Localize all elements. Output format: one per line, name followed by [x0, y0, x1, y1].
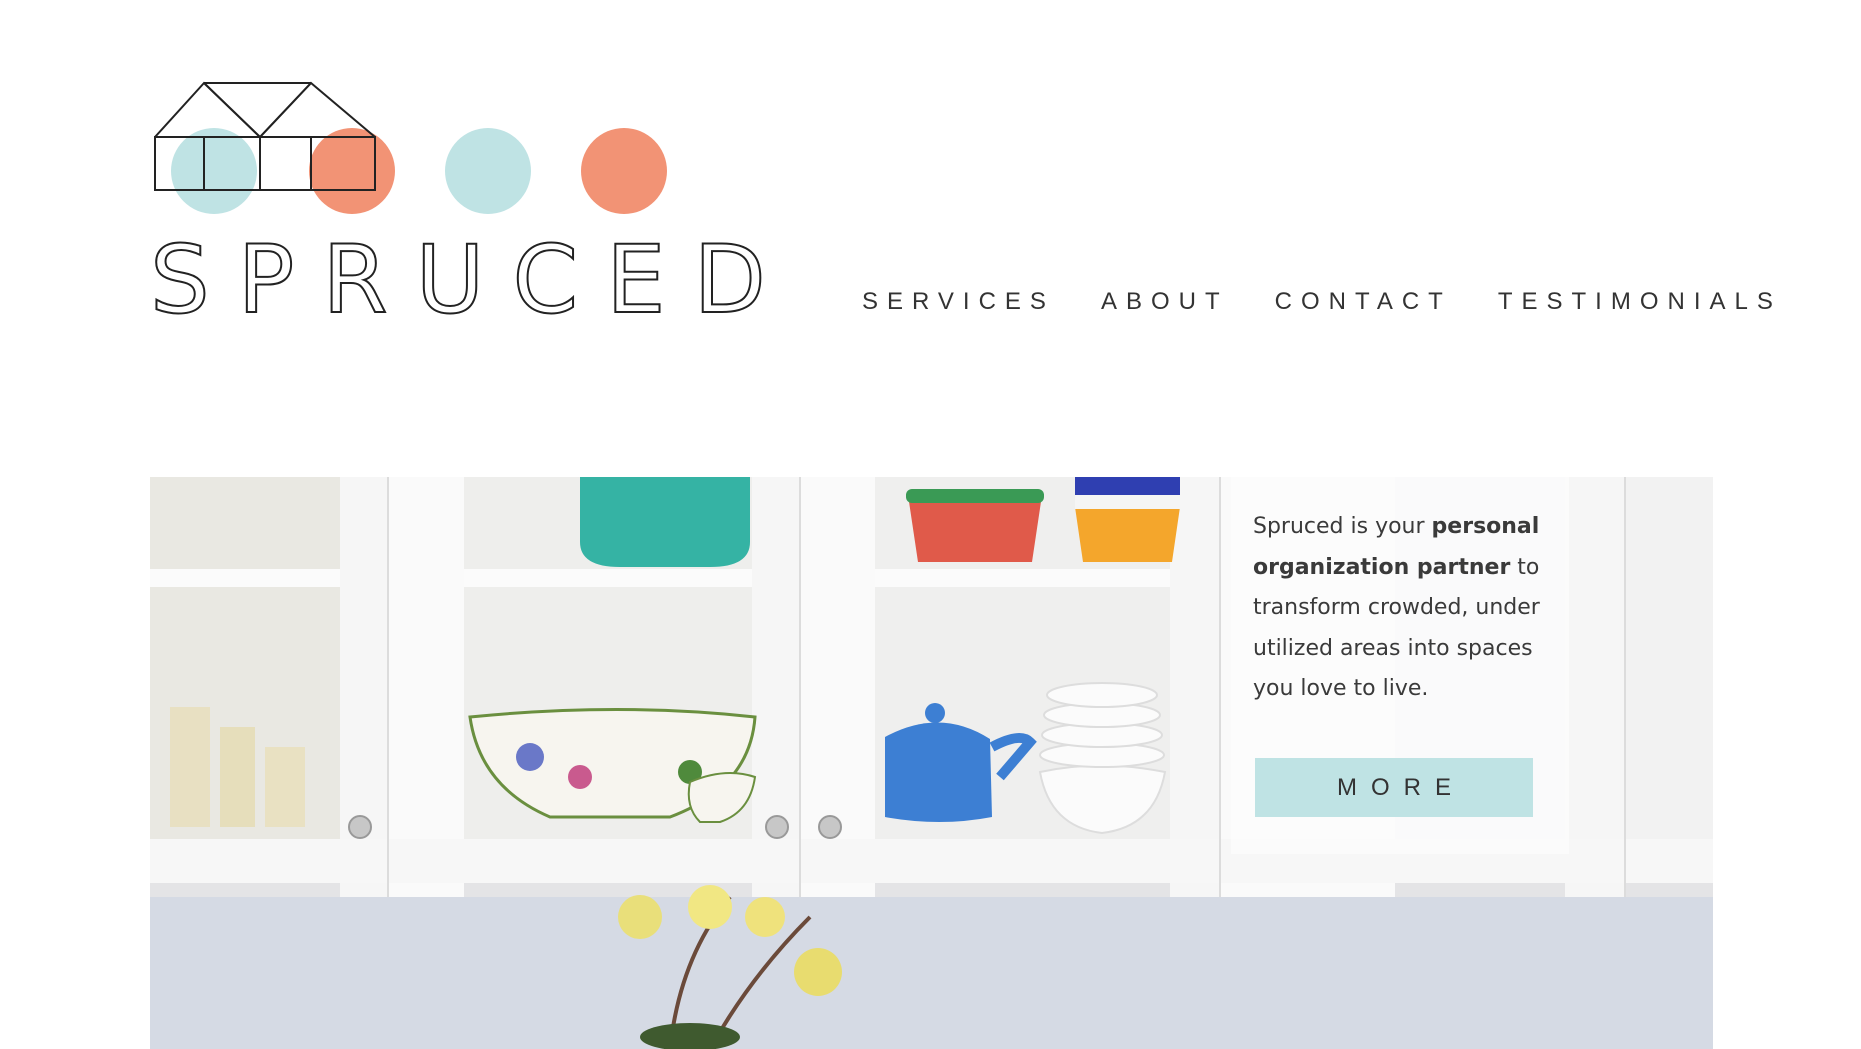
logo-teal-circle [445, 128, 531, 214]
nav-link-contact[interactable]: CONTACT [1275, 288, 1452, 316]
logo-coral-circle [309, 128, 395, 214]
hero-section: Spruced is your personal organization pa… [150, 477, 1713, 1049]
more-button[interactable]: MORE [1255, 758, 1533, 817]
spruced-logo[interactable]: SPRUCED [148, 78, 767, 336]
nav-link-testimonials[interactable]: TESTIMONIALS [1498, 288, 1782, 316]
svg-text:SPRUCED: SPRUCED [150, 226, 794, 335]
logo-mark-icon [154, 81, 667, 214]
logo-wordmark: SPRUCED [149, 225, 767, 336]
nav-link-about[interactable]: ABOUT [1101, 288, 1229, 316]
hero-info-card: Spruced is your personal organization pa… [1231, 477, 1569, 854]
hero-description: Spruced is your personal organization pa… [1253, 514, 1540, 701]
logo-teal-circle [171, 128, 257, 214]
logo-coral-circle [581, 128, 667, 214]
main-nav: SERVICES ABOUT CONTACT TESTIMONIALS [862, 288, 1782, 316]
nav-link-services[interactable]: SERVICES [862, 288, 1055, 316]
